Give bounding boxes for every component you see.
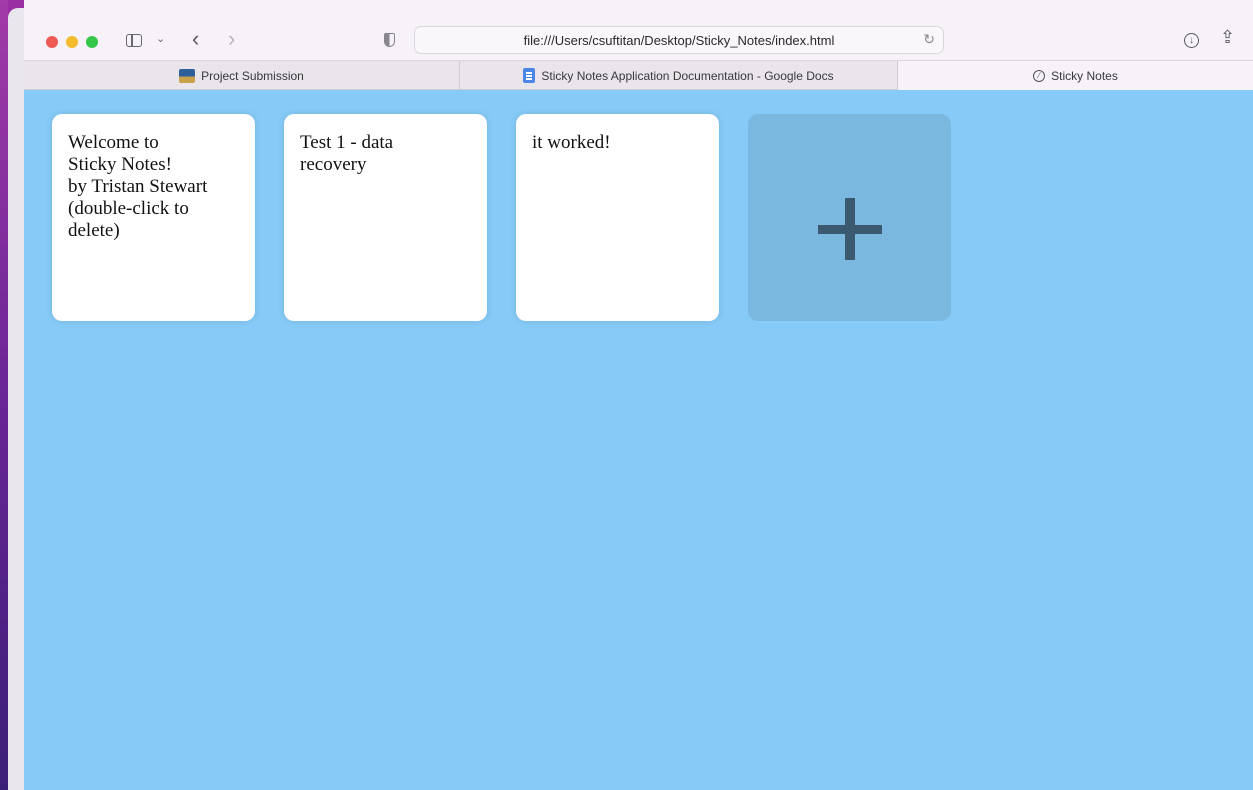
sticky-note[interactable]: it worked!: [516, 114, 719, 321]
reload-icon[interactable]: ↻: [923, 31, 935, 48]
compass-icon: ⁄: [1033, 69, 1046, 82]
privacy-shield-icon[interactable]: [384, 33, 395, 47]
sidebar-toggle-icon[interactable]: [126, 34, 142, 47]
tab-sticky-notes[interactable]: ⁄ Sticky Notes: [898, 61, 1253, 90]
share-icon[interactable]: ⇪: [1220, 27, 1235, 48]
zoom-window-button[interactable]: [86, 36, 98, 48]
desktop-background: [0, 0, 8, 790]
back-arrow-icon[interactable]: ‹: [192, 26, 199, 52]
tab-bar: Project Submission Sticky Notes Applicat…: [24, 60, 1253, 90]
background-window: [8, 8, 25, 790]
tab-label: Sticky Notes: [1051, 68, 1118, 83]
tab-documentation[interactable]: Sticky Notes Application Documentation -…: [460, 61, 898, 90]
google-docs-icon: [523, 68, 536, 83]
forward-arrow-icon[interactable]: ›: [228, 26, 235, 52]
project-favicon-icon: [179, 68, 196, 83]
address-bar[interactable]: file:///Users/csuftitan/Desktop/Sticky_N…: [414, 26, 944, 54]
tab-label: Project Submission: [201, 68, 304, 83]
download-icon[interactable]: ↓: [1184, 33, 1199, 48]
tab-label: Sticky Notes Application Documentation -…: [541, 68, 834, 83]
add-note-button[interactable]: [748, 114, 951, 321]
chevron-down-icon[interactable]: ⌄: [156, 32, 165, 45]
notes-app-area: Welcome to Sticky Notes! by Tristan Stew…: [24, 90, 1253, 790]
sticky-note[interactable]: Welcome to Sticky Notes! by Tristan Stew…: [52, 114, 255, 321]
browser-toolbar: ⌄ ‹ › file:///Users/csuftitan/Desktop/St…: [24, 8, 1253, 60]
tab-project-submission[interactable]: Project Submission: [24, 61, 460, 90]
plus-icon: [818, 225, 882, 234]
minimize-window-button[interactable]: [66, 36, 78, 48]
sticky-note[interactable]: Test 1 - data recovery: [284, 114, 487, 321]
browser-window: ⌄ ‹ › file:///Users/csuftitan/Desktop/St…: [24, 0, 1253, 790]
close-window-button[interactable]: [46, 36, 58, 48]
address-url[interactable]: file:///Users/csuftitan/Desktop/Sticky_N…: [415, 33, 943, 48]
